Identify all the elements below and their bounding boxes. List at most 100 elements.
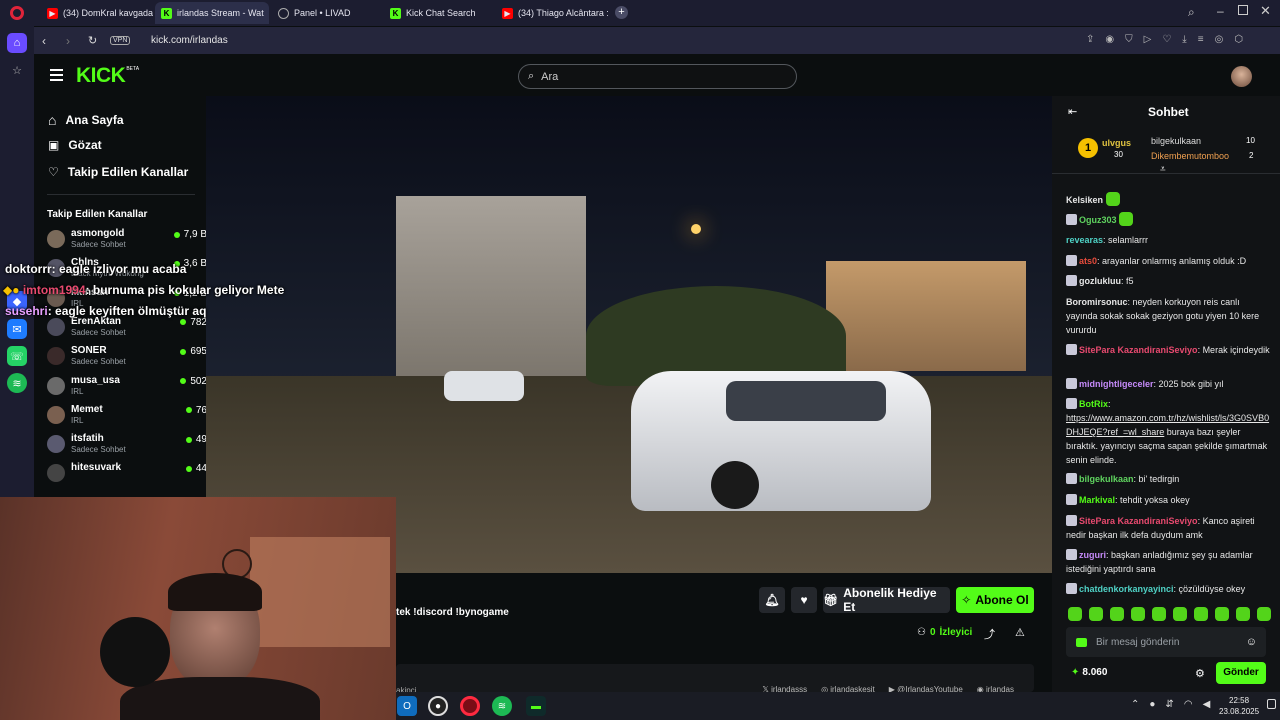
hamburger-menu-icon[interactable] bbox=[50, 69, 63, 81]
emote-icon[interactable] bbox=[1236, 607, 1250, 621]
emote-icon[interactable] bbox=[1257, 607, 1271, 621]
chat-username[interactable]: chatdenkorkanyayinci bbox=[1079, 584, 1174, 594]
star-icon[interactable]: ☆ bbox=[7, 60, 27, 80]
chat-username[interactable]: revearas bbox=[1066, 235, 1103, 245]
window bbox=[250, 537, 390, 647]
emote-icon[interactable] bbox=[1173, 607, 1187, 621]
chat-username[interactable]: midnightligeceler bbox=[1079, 379, 1154, 389]
extensions-icon[interactable]: ⬡ bbox=[1234, 34, 1243, 45]
emote-icon[interactable] bbox=[1215, 607, 1229, 621]
send-button[interactable]: Gönder bbox=[1216, 662, 1266, 684]
terminal-icon[interactable]: ▬ bbox=[526, 696, 546, 716]
opera-taskbar-icon[interactable] bbox=[460, 696, 480, 716]
notification-button[interactable]: 🔔︎ bbox=[759, 587, 785, 613]
gift-subscription-button[interactable]: 🎁︎ Abonelik Hediye Et bbox=[823, 586, 950, 614]
chat-username[interactable]: SitePara KazandiraniSeviyo bbox=[1079, 516, 1198, 526]
nav-home[interactable]: ⌂ Ana Sayfa bbox=[48, 112, 124, 128]
profile-icon[interactable]: ◎ bbox=[1215, 34, 1224, 45]
nav-following[interactable]: ♡ Takip Edilen Kanallar bbox=[48, 165, 188, 179]
url-field[interactable]: kick.com/irlandas bbox=[151, 35, 228, 46]
outlook-icon[interactable]: O bbox=[397, 696, 417, 716]
followed-channel[interactable]: SONER Sadece Sohbet 695 bbox=[47, 344, 207, 373]
emote-icon[interactable] bbox=[1131, 607, 1145, 621]
chat-username[interactable]: Boromirsonuc bbox=[1066, 297, 1128, 307]
followed-channel[interactable]: hitesuvark 44 bbox=[47, 461, 207, 490]
chat-username[interactable]: Markival bbox=[1079, 495, 1115, 505]
notification-icon[interactable] bbox=[1267, 699, 1276, 709]
back-icon[interactable]: ‹ bbox=[42, 34, 46, 48]
chat-settings-icon[interactable]: ⚙ bbox=[1195, 667, 1205, 680]
spotify-icon[interactable]: ≋ bbox=[7, 373, 27, 393]
chat-username[interactable]: zuguri bbox=[1079, 550, 1106, 560]
chat-username[interactable]: BotRix bbox=[1079, 399, 1108, 409]
report-icon[interactable]: ⚠ bbox=[1015, 626, 1025, 639]
browser-tab[interactable]: K Kick Chat Search bbox=[384, 2, 496, 24]
mic-icon[interactable]: ● bbox=[1149, 699, 1155, 710]
emote-icon[interactable] bbox=[1089, 607, 1103, 621]
whatsapp-icon[interactable]: ☏ bbox=[7, 346, 27, 366]
volume-icon[interactable]: ◀ bbox=[1203, 699, 1211, 710]
kick-logo[interactable]: KICK BETA bbox=[76, 64, 139, 88]
obs-icon[interactable]: ● bbox=[428, 696, 448, 716]
minimize-icon[interactable]: – bbox=[1217, 4, 1224, 18]
emoji-icon[interactable]: ☺ bbox=[1246, 636, 1257, 648]
chat-username[interactable]: SitePara KazandiraniSeviyo bbox=[1079, 345, 1198, 355]
shield-icon[interactable]: ⛉ bbox=[1125, 34, 1133, 45]
chat-input[interactable]: Bir mesaj gönderin ☺ bbox=[1066, 627, 1266, 657]
browser-tab[interactable]: ▶(34) Thiago Alcântara :Virt bbox=[496, 2, 608, 24]
collapse-chat-icon[interactable]: ⇤ bbox=[1068, 105, 1077, 118]
search-tabs-icon[interactable]: ⌕ bbox=[1188, 5, 1195, 20]
chat-username[interactable]: Kelsiken bbox=[1066, 195, 1103, 205]
followed-channel[interactable]: Memet IRL 76 bbox=[47, 403, 207, 432]
emote-icon[interactable] bbox=[1068, 607, 1082, 621]
vpn-badge[interactable]: VPN bbox=[110, 36, 131, 45]
share-icon[interactable]: ⇪ bbox=[1086, 34, 1094, 45]
expand-icon[interactable]: ⩡ bbox=[1160, 164, 1166, 175]
chevron-up-icon[interactable]: ⌃ bbox=[1131, 699, 1139, 710]
camera-icon[interactable]: ◉ bbox=[1105, 34, 1114, 45]
messenger-icon[interactable]: ✉ bbox=[7, 319, 27, 339]
search-input[interactable]: ⌕ Ara bbox=[518, 64, 797, 89]
browser-tab[interactable]: Panel • LIVAD bbox=[272, 2, 384, 24]
close-icon[interactable]: ✕ bbox=[1260, 3, 1271, 19]
subscribe-button[interactable]: ✧ Abone Ol bbox=[956, 587, 1034, 613]
channel-points[interactable]: ✦ 8.060 bbox=[1071, 667, 1107, 678]
tray-icons: ⌃ ● ⇵ ◠ ◀ bbox=[1131, 699, 1210, 710]
new-tab-button[interactable]: + bbox=[615, 6, 628, 19]
emote-icon[interactable] bbox=[1110, 607, 1124, 621]
menu-icon[interactable]: ≡ bbox=[1198, 34, 1204, 45]
nav-browse[interactable]: ▣ Gözat bbox=[48, 138, 102, 152]
followed-channel[interactable]: itsfatih Sadece Sohbet 49 bbox=[47, 432, 207, 461]
reload-icon[interactable]: ↻ bbox=[88, 34, 97, 47]
chat-username[interactable]: gozlukluu bbox=[1079, 276, 1121, 286]
chat-username[interactable]: bilgekulkaan bbox=[1079, 474, 1134, 484]
heart-icon[interactable]: ♡ bbox=[1162, 34, 1171, 45]
browser-tab[interactable]: ▶(34) DomKral kavgadan s bbox=[41, 2, 153, 24]
follow-heart-button[interactable]: ♥ bbox=[791, 587, 817, 613]
followed-channel[interactable]: ErenAktan Sadece Sohbet 782 bbox=[47, 315, 207, 344]
followed-channel[interactable]: asmongold Sadece Sohbet 7,9 B bbox=[47, 227, 207, 256]
maximize-icon[interactable] bbox=[1238, 5, 1248, 15]
browser-tab-active[interactable]: Kirlandas Stream - Wat bbox=[155, 2, 269, 24]
emote-icon[interactable] bbox=[1152, 607, 1166, 621]
chat-username[interactable]: Oguz303 bbox=[1079, 215, 1117, 225]
leader-third-name[interactable]: Dikembemutomboo bbox=[1151, 151, 1229, 161]
chat-username[interactable]: ats0 bbox=[1079, 256, 1097, 266]
spotify-taskbar-icon[interactable]: ≋ bbox=[492, 696, 512, 716]
users-icon: ⚇ bbox=[917, 627, 926, 638]
download-icon[interactable]: ⤓ bbox=[1182, 34, 1186, 45]
wifi-icon[interactable]: ◠ bbox=[1184, 699, 1193, 710]
emote-icon[interactable] bbox=[1194, 607, 1208, 621]
home-icon[interactable]: ⌂ bbox=[7, 33, 27, 53]
clock[interactable]: 22:58 23.08.2025 bbox=[1219, 695, 1259, 717]
channel-name: SONER bbox=[71, 345, 107, 357]
share-icon[interactable]: ⤴ bbox=[984, 626, 995, 642]
opera-logo-icon[interactable] bbox=[10, 6, 24, 20]
play-icon[interactable]: ▷ bbox=[1144, 34, 1152, 45]
followed-channel[interactable]: musa_usa IRL 502 bbox=[47, 374, 207, 403]
leader-second-name[interactable]: bilgekulkaan bbox=[1151, 136, 1201, 146]
usb-icon[interactable]: ⇵ bbox=[1165, 699, 1173, 710]
leader-first-name[interactable]: ulvgus bbox=[1102, 138, 1131, 148]
user-avatar[interactable] bbox=[1231, 66, 1252, 87]
forward-icon[interactable]: › bbox=[66, 34, 70, 48]
